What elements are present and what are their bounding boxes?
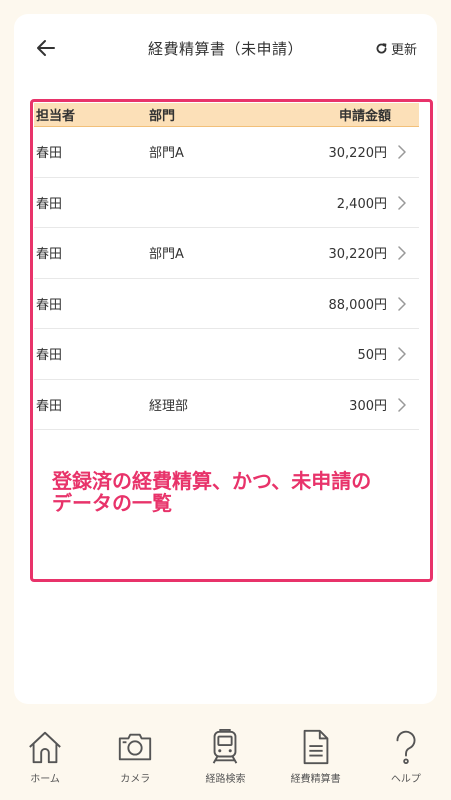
chevron-right-icon: [398, 397, 406, 412]
home-icon: [29, 731, 61, 764]
nav-item-home[interactable]: ホーム: [0, 718, 90, 785]
help-icon: [396, 730, 416, 765]
column-header-amount: 申請金額: [338, 109, 391, 124]
chevron-right-icon: [398, 195, 406, 210]
table-row[interactable]: 春田 部門A 30,220円: [34, 127, 419, 178]
nav-label: カメラ: [120, 774, 151, 785]
column-header-person: 担当者: [36, 109, 76, 124]
cell-person: 春田: [36, 196, 63, 212]
cell-person: 春田: [36, 297, 63, 313]
table-row[interactable]: 春田 50円: [34, 329, 419, 380]
cell-person: 春田: [36, 247, 63, 263]
nav-label: 経路検索: [205, 774, 246, 785]
train-icon: [213, 728, 238, 764]
table-row[interactable]: 春田 2,400円: [34, 178, 419, 228]
page-title: 経費精算書（未申請）: [147, 40, 303, 58]
cell-person: 春田: [36, 348, 63, 364]
nav-item-route-search[interactable]: 経路検索: [180, 718, 270, 785]
refresh-button[interactable]: 更新: [375, 39, 417, 58]
cell-person: 春田: [36, 146, 63, 162]
nav-label: 経費精算書: [290, 774, 341, 785]
table-row[interactable]: 春田 経理部 300円: [34, 380, 419, 430]
nav-label: ヘルプ: [390, 774, 421, 785]
nav-label: ホーム: [30, 774, 60, 785]
cell-department: 経理部: [149, 398, 189, 414]
column-header-department: 部門: [149, 109, 176, 124]
expense-table: 担当者 部門 申請金額 春田 部門A 30,220円 春田 2,400円 春田 部門A 30,…: [34, 103, 419, 430]
chevron-right-icon: [398, 145, 406, 159]
chevron-right-icon: [398, 347, 406, 361]
annotation-text: 登録済の経費精算、かつ、未申請の データの一覧: [52, 470, 422, 514]
cell-department: 部門A: [149, 146, 184, 162]
camera-icon: [119, 733, 152, 761]
cell-person: 春田: [36, 398, 63, 414]
chevron-right-icon: [398, 246, 406, 260]
table-header: 担当者 部門 申請金額: [34, 103, 419, 127]
chevron-right-icon: [398, 296, 406, 311]
nav-item-expense-report[interactable]: 経費精算書: [271, 718, 361, 785]
annotation-line-2: データの一覧: [52, 491, 172, 515]
cell-department: 部門A: [149, 247, 184, 263]
refresh-icon: [376, 43, 387, 54]
nav-item-camera[interactable]: カメラ: [90, 718, 180, 785]
header: 経費精算書（未申請） 更新: [14, 14, 437, 84]
table-row[interactable]: 春田 部門A 30,220円: [34, 228, 419, 279]
nav-item-help[interactable]: ヘルプ: [361, 718, 451, 785]
annotation-line-1: 登録済の経費精算、かつ、未申請の: [52, 469, 372, 493]
bottom-navigation: ホーム カメラ 経路検索 経費精算書 ヘルプ: [0, 718, 451, 800]
document-icon: [303, 729, 329, 765]
refresh-label: 更新: [390, 43, 417, 58]
table-row[interactable]: 春田 88,000円: [34, 279, 419, 329]
